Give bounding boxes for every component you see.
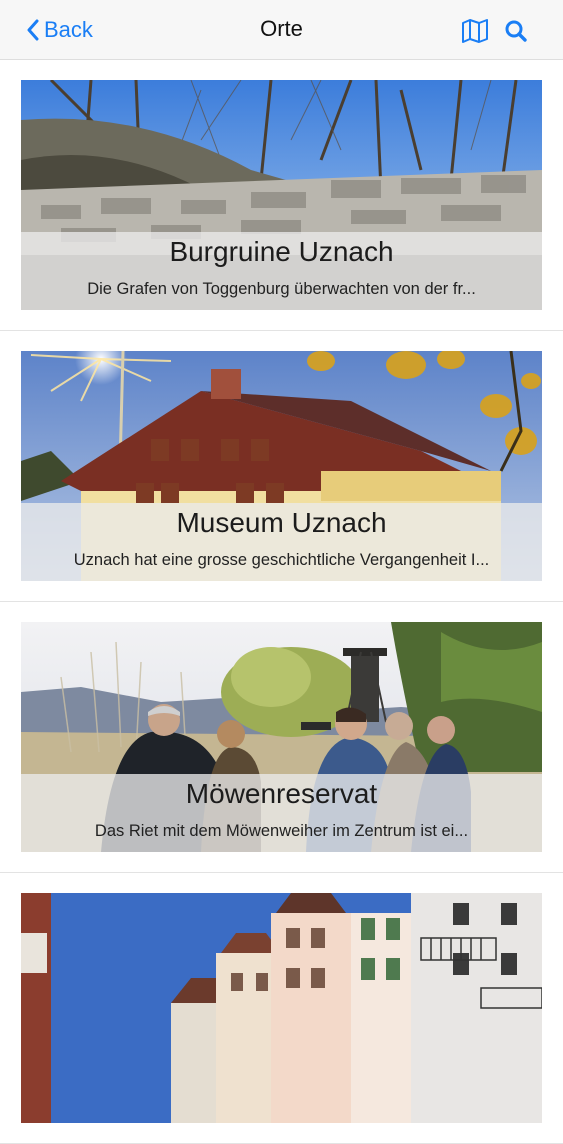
- place-title: Burgruine Uznach: [169, 236, 394, 267]
- place-description: Uznach hat eine grosse geschichtliche Ve…: [73, 551, 490, 569]
- place-caption: Burgruine Uznach Die Grafen von Toggenbu…: [21, 232, 542, 310]
- chevron-left-icon: [27, 19, 39, 41]
- back-label: Back: [44, 17, 93, 42]
- place-card[interactable]: Museum Uznach Uznach hat eine grosse ges…: [21, 351, 542, 581]
- place-title: Möwenreservat: [185, 778, 378, 809]
- list-item[interactable]: Möwenreservat Das Riet mit dem Möwenweih…: [0, 602, 563, 873]
- list-item[interactable]: Burgruine Uznach Die Grafen von Toggenbu…: [0, 60, 563, 331]
- back-button[interactable]: Back: [26, 15, 93, 45]
- place-caption: Museum Uznach Uznach hat eine grosse ges…: [21, 503, 542, 581]
- navigation-bar: Back Orte: [0, 0, 563, 60]
- place-description: Das Riet mit dem Möwenweiher im Zentrum …: [94, 822, 469, 840]
- place-card[interactable]: Burgruine Uznach Die Grafen von Toggenbu…: [21, 80, 542, 310]
- place-title: Museum Uznach: [176, 507, 387, 538]
- list-item[interactable]: [0, 873, 563, 1144]
- search-icon[interactable]: [503, 17, 531, 45]
- place-card[interactable]: Möwenreservat Das Riet mit dem Möwenweih…: [21, 622, 542, 852]
- place-card[interactable]: [21, 893, 542, 1123]
- place-photo: [21, 893, 542, 1123]
- map-icon[interactable]: [461, 17, 489, 45]
- place-description: Die Grafen von Toggenburg überwachten vo…: [87, 280, 476, 298]
- places-list: Burgruine Uznach Die Grafen von Toggenbu…: [0, 60, 563, 1144]
- list-item[interactable]: Museum Uznach Uznach hat eine grosse ges…: [0, 331, 563, 602]
- place-caption: Möwenreservat Das Riet mit dem Möwenweih…: [21, 774, 542, 852]
